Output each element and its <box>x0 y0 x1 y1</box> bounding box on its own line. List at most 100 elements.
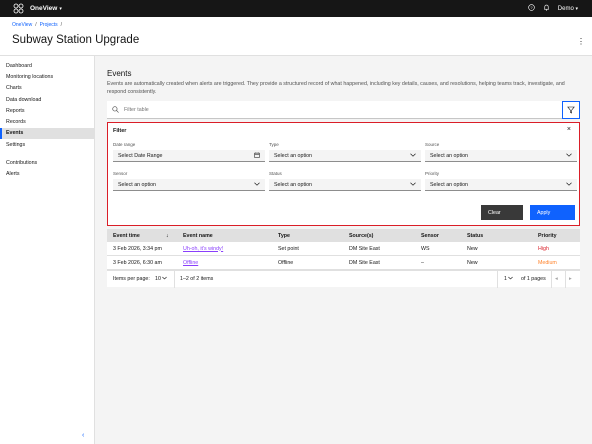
pagination-divider <box>497 271 498 288</box>
priority-field: Priority Select an option <box>425 171 577 191</box>
date-range-input[interactable]: Select Date Range <box>113 150 265 162</box>
table-row[interactable]: 3 Feb 2026, 3:34 pm Uh-oh, it's windy! S… <box>107 242 580 256</box>
breadcrumb-projects[interactable]: Projects <box>40 22 58 28</box>
column-header-sensor[interactable]: Sensor <box>421 233 439 239</box>
priority-label: Priority <box>425 171 440 176</box>
cell-event-time: 3 Feb 2026, 3:34 pm <box>113 245 162 252</box>
sidebar-item-records[interactable]: Records <box>0 116 94 127</box>
total-pages: of 1 pages <box>521 276 546 282</box>
next-page-icon[interactable]: ▸ <box>569 276 572 282</box>
table-row[interactable]: 3 Feb 2026, 6:30 am Offline Offline DM S… <box>107 256 580 270</box>
app-logo-icon[interactable] <box>12 3 24 15</box>
type-value: Select an option <box>274 152 312 159</box>
chevron-down-icon <box>410 153 416 159</box>
events-table: Event time ↓ Event name Type Source(s) S… <box>107 229 580 288</box>
clear-button[interactable]: Clear <box>481 205 523 220</box>
cell-source: DM Site East <box>349 245 380 252</box>
help-icon[interactable]: ? <box>528 4 535 13</box>
status-field: Status Select an option <box>269 171 421 191</box>
sidebar-item-monitoring-locations[interactable]: Monitoring locations <box>0 71 94 82</box>
chevron-down-icon <box>566 182 572 188</box>
cell-type: Set point <box>278 245 299 252</box>
overflow-menu-icon[interactable]: ⋮ <box>577 37 585 46</box>
calendar-icon <box>254 151 260 160</box>
filter-panel: Filter × Date range Select Date Range Ty… <box>107 122 580 226</box>
cell-sensor: WS <box>421 245 430 252</box>
sidebar-item-charts[interactable]: Charts <box>0 83 94 94</box>
column-header-priority[interactable]: Priority <box>538 233 557 239</box>
page-select[interactable]: 1 <box>504 276 514 282</box>
priority-value: Select an option <box>430 181 468 188</box>
pagination-divider <box>174 271 175 288</box>
status-select[interactable]: Select an option <box>269 179 421 191</box>
close-icon[interactable]: × <box>567 126 571 133</box>
section-title: Events <box>107 69 132 78</box>
cell-source: DM Site East <box>349 259 380 266</box>
top-bar: OneView ▾ ? Demo ▾ <box>0 0 592 17</box>
event-name-link[interactable]: Uh-oh, it's windy! <box>183 246 223 252</box>
user-menu[interactable]: Demo ▾ <box>558 6 578 12</box>
filter-button[interactable] <box>562 101 580 119</box>
sidebar-item-alerts[interactable]: Alerts <box>0 169 94 180</box>
sensor-label: Sensor <box>113 171 128 176</box>
search-input[interactable] <box>124 106 544 113</box>
chevron-down-icon <box>254 182 260 188</box>
sidebar-item-data-download[interactable]: Data download <box>0 94 94 105</box>
sidebar-item-settings[interactable]: Settings <box>0 139 94 150</box>
column-header-sources[interactable]: Source(s) <box>349 233 373 239</box>
svg-text:?: ? <box>530 5 533 10</box>
sort-descending-icon[interactable]: ↓ <box>166 233 169 239</box>
column-header-status[interactable]: Status <box>467 233 483 239</box>
breadcrumb-oneview[interactable]: OneView <box>12 22 32 28</box>
items-per-page-label: Items per page: <box>113 276 150 282</box>
sensor-field: Sensor Select an option <box>113 171 265 191</box>
section-description: Events are automatically created when al… <box>107 81 565 95</box>
column-header-event-time[interactable]: Event time <box>113 233 140 239</box>
cell-priority: High <box>538 245 549 252</box>
pagination: Items per page: 10 1–2 of 2 items 1 of 1… <box>107 270 580 288</box>
chevron-down-icon <box>162 276 168 280</box>
pagination-divider <box>565 271 566 288</box>
apply-button[interactable]: Apply <box>530 205 575 220</box>
page-header: OneView / Projects / Subway Station Upgr… <box>0 17 592 56</box>
cell-type: Offline <box>278 259 294 266</box>
filter-title: Filter <box>113 128 127 134</box>
sidebar-item-dashboard[interactable]: Dashboard <box>0 60 94 71</box>
source-select[interactable]: Select an option <box>425 150 577 162</box>
app-name[interactable]: OneView <box>30 5 57 12</box>
table-search-bar <box>107 101 580 119</box>
previous-page-icon[interactable]: ◂ <box>555 276 558 282</box>
sidebar-item-events[interactable]: Events <box>0 127 94 140</box>
cell-status: New <box>467 245 478 252</box>
app-switcher-chevron-icon[interactable]: ▾ <box>59 6 62 12</box>
type-select[interactable]: Select an option <box>269 150 421 162</box>
items-per-page-select[interactable]: 10 <box>155 276 168 282</box>
sensor-select[interactable]: Select an option <box>113 179 265 191</box>
cell-priority: Medium <box>538 259 557 266</box>
breadcrumb: OneView / Projects / <box>12 22 62 28</box>
event-name-link[interactable]: Offline <box>183 260 198 266</box>
column-header-event-name[interactable]: Event name <box>183 233 213 239</box>
type-field: Type Select an option <box>269 142 421 162</box>
type-label: Type <box>269 142 279 147</box>
date-range-label: Date range <box>113 142 136 147</box>
chevron-down-icon <box>566 153 572 159</box>
sidebar-item-reports[interactable]: Reports <box>0 105 94 116</box>
breadcrumb-separator: / <box>35 22 37 28</box>
breadcrumb-separator: / <box>60 22 63 28</box>
chevron-down-icon <box>508 276 514 280</box>
column-header-type[interactable]: Type <box>278 233 290 239</box>
cell-event-time: 3 Feb 2026, 6:30 am <box>113 259 162 266</box>
sensor-value: Select an option <box>118 181 156 188</box>
page-title: Subway Station Upgrade <box>12 34 140 46</box>
priority-select[interactable]: Select an option <box>425 179 577 191</box>
items-range: 1–2 of 2 items <box>180 276 214 282</box>
pagination-divider <box>551 271 552 288</box>
notification-icon[interactable] <box>543 4 550 13</box>
sidebar-item-contributions[interactable]: Contributions <box>0 157 94 168</box>
chevron-down-icon <box>410 182 416 188</box>
table-header: Event time ↓ Event name Type Source(s) S… <box>107 229 580 242</box>
sidebar: Dashboard Monitoring locations Charts Da… <box>0 56 95 444</box>
items-per-page-value: 10 <box>155 276 161 282</box>
collapse-sidebar-icon[interactable]: ‹ <box>82 432 84 439</box>
